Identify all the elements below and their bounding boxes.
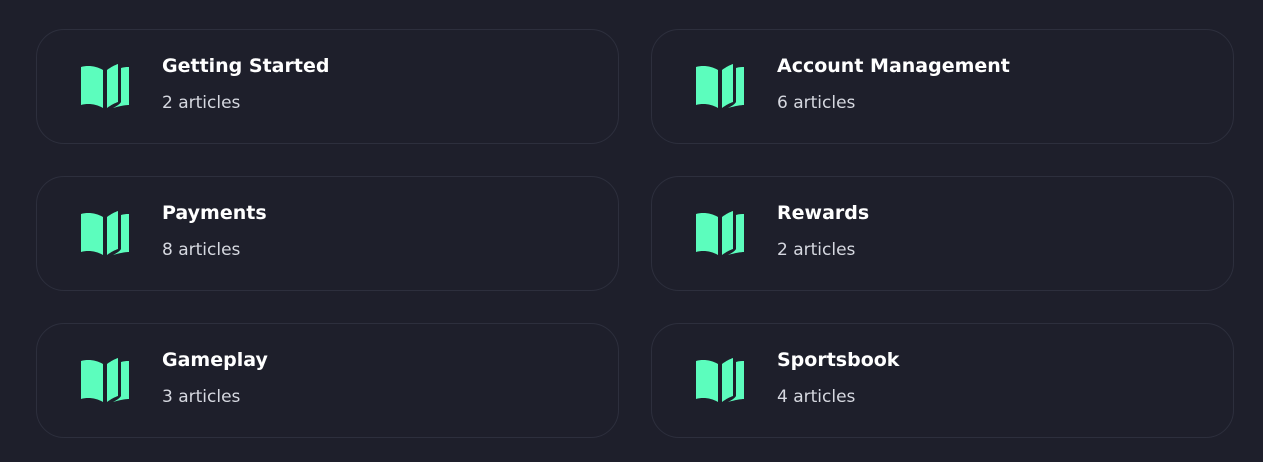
category-grid: Getting Started 2 articles Account Manag… xyxy=(0,0,1263,462)
category-title: Rewards xyxy=(777,202,870,224)
open-book-icon xyxy=(696,358,744,402)
open-book-icon xyxy=(696,64,744,108)
category-card-getting-started[interactable]: Getting Started 2 articles xyxy=(36,29,619,144)
open-book-icon xyxy=(81,211,129,255)
category-card-account-management[interactable]: Account Management 6 articles xyxy=(651,29,1234,144)
category-title: Sportsbook xyxy=(777,349,900,371)
category-title: Account Management xyxy=(777,55,1010,77)
category-title: Payments xyxy=(162,202,267,224)
article-count: 3 articles xyxy=(162,387,241,407)
open-book-icon xyxy=(696,211,744,255)
article-count: 4 articles xyxy=(777,387,856,407)
category-title: Gameplay xyxy=(162,349,268,371)
article-count: 6 articles xyxy=(777,93,856,113)
open-book-icon xyxy=(81,358,129,402)
article-count: 2 articles xyxy=(777,240,856,260)
category-title: Getting Started xyxy=(162,55,330,77)
category-card-gameplay[interactable]: Gameplay 3 articles xyxy=(36,323,619,438)
open-book-icon xyxy=(81,64,129,108)
category-card-sportsbook[interactable]: Sportsbook 4 articles xyxy=(651,323,1234,438)
category-card-payments[interactable]: Payments 8 articles xyxy=(36,176,619,291)
category-card-rewards[interactable]: Rewards 2 articles xyxy=(651,176,1234,291)
article-count: 8 articles xyxy=(162,240,241,260)
article-count: 2 articles xyxy=(162,93,241,113)
